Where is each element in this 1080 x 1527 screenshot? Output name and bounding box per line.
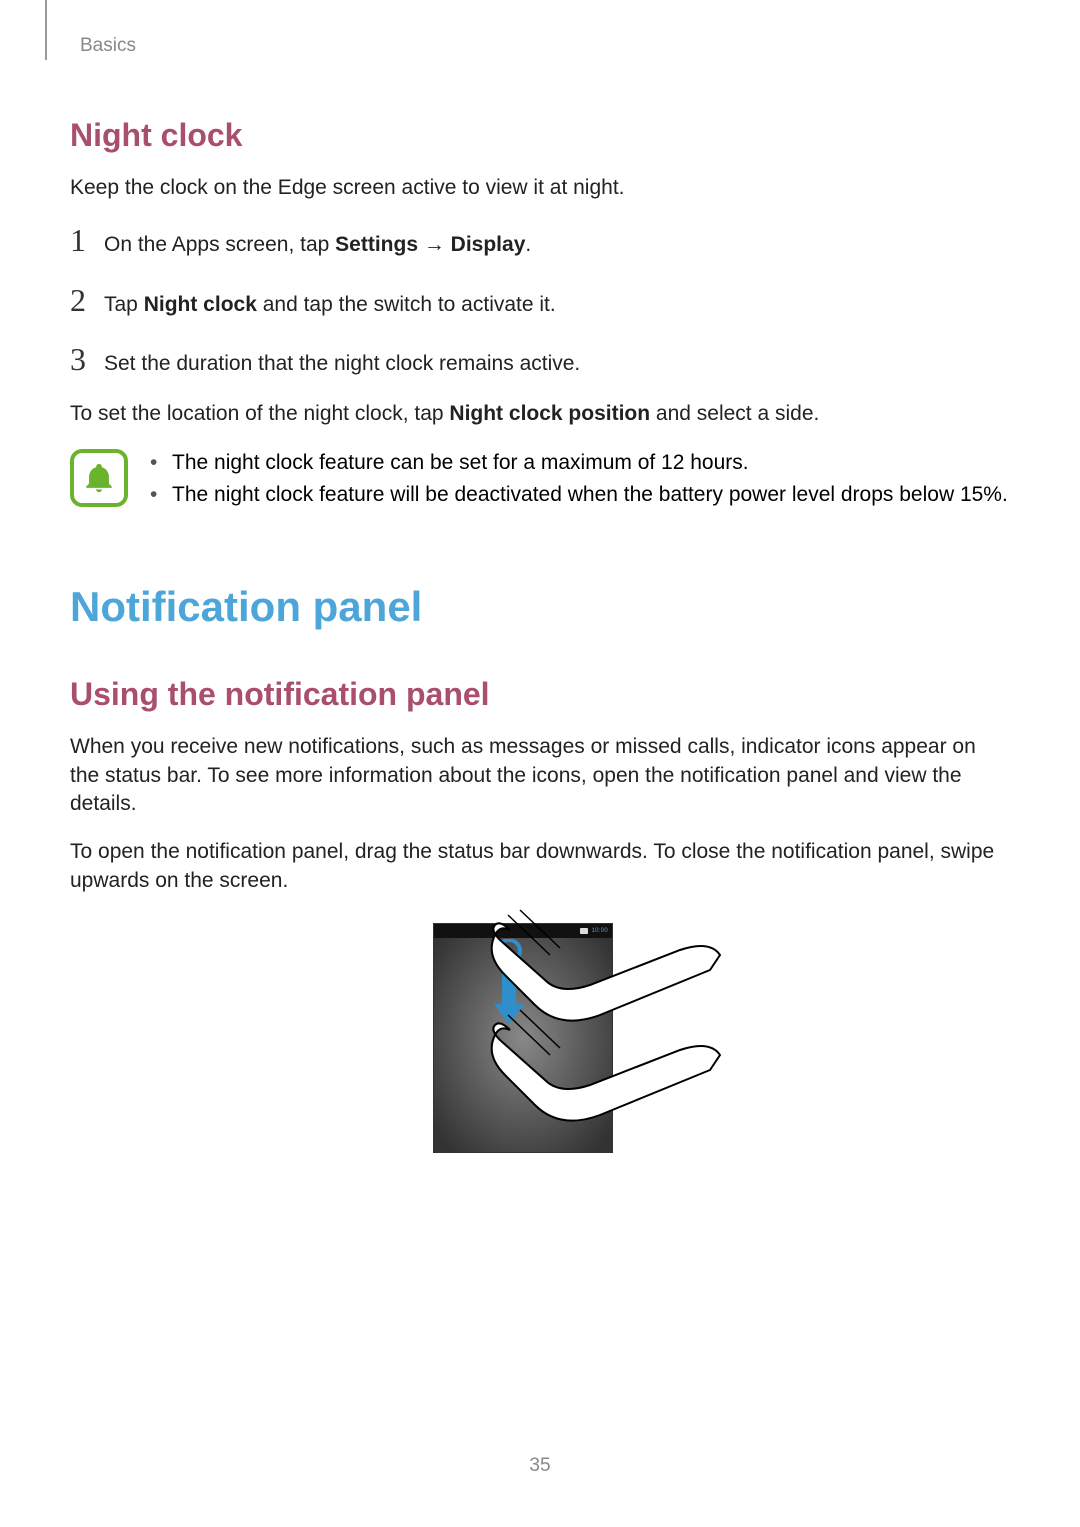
status-time: 10:00 <box>591 928 608 934</box>
step-2: 2 Tap Night clock and tap the switch to … <box>70 282 1010 319</box>
notif-paragraph-1: When you receive new notifications, such… <box>70 733 1010 818</box>
night-clock-intro: Keep the clock on the Edge screen active… <box>70 174 1010 202</box>
step-3: 3 Set the duration that the night clock … <box>70 341 1010 378</box>
using-notification-panel-heading: Using the notification panel <box>70 676 1010 713</box>
note-text: The night clock feature can be set for a… <box>172 449 749 477</box>
note-box: • The night clock feature can be set for… <box>70 449 1010 514</box>
swipe-down-arrow-icon <box>489 939 529 1039</box>
note-item: • The night clock feature will be deacti… <box>150 481 1008 509</box>
phone-illustration: 10:00 <box>425 920 655 1220</box>
phone-screen: 10:00 <box>433 923 613 1153</box>
note-bell-icon <box>70 449 128 507</box>
steps-list: 1 On the Apps screen, tap Settings → Dis… <box>70 222 1010 378</box>
step-text: Set the duration that the night clock re… <box>104 350 580 378</box>
night-clock-heading: Night clock <box>70 117 1010 154</box>
phone-status-bar: 10:00 <box>434 924 612 938</box>
note-text: The night clock feature will be deactiva… <box>172 481 1008 509</box>
illustration-container: 10:00 <box>70 920 1010 1220</box>
notification-panel-heading: Notification panel <box>70 583 1010 631</box>
notif-paragraph-2: To open the notification panel, drag the… <box>70 838 1010 895</box>
step-text: Tap Night clock and tap the switch to ac… <box>104 291 556 319</box>
step-bold: Settings <box>335 233 418 256</box>
after-steps-text: To set the location of the night clock, … <box>70 400 1010 428</box>
page-content: Basics Night clock Keep the clock on the… <box>0 0 1080 1220</box>
after-suffix: and select a side. <box>650 402 819 425</box>
header-tab-marker <box>45 0 47 60</box>
header-section-label: Basics <box>80 35 1010 57</box>
arrow-char: → <box>418 233 451 256</box>
step-suffix: . <box>525 233 531 256</box>
step-prefix: On the Apps screen, tap <box>104 233 335 256</box>
step-1: 1 On the Apps screen, tap Settings → Dis… <box>70 222 1010 259</box>
bullet-char: • <box>150 481 172 509</box>
after-prefix: To set the location of the night clock, … <box>70 402 449 425</box>
after-bold: Night clock position <box>449 402 650 425</box>
note-item: • The night clock feature can be set for… <box>150 449 1008 477</box>
step-number: 3 <box>70 341 104 378</box>
step-prefix: Tap <box>104 293 144 316</box>
step-number: 2 <box>70 282 104 319</box>
bullet-char: • <box>150 449 172 477</box>
step-text: On the Apps screen, tap Settings → Displ… <box>104 231 531 259</box>
step-bold: Night clock <box>144 293 257 316</box>
step-number: 1 <box>70 222 104 259</box>
bell-icon <box>82 461 116 495</box>
step-suffix: and tap the switch to activate it. <box>257 293 556 316</box>
step-bold: Display <box>451 233 526 256</box>
battery-icon <box>580 928 588 934</box>
page-number: 35 <box>0 1455 1080 1477</box>
note-list: • The night clock feature can be set for… <box>150 449 1008 514</box>
